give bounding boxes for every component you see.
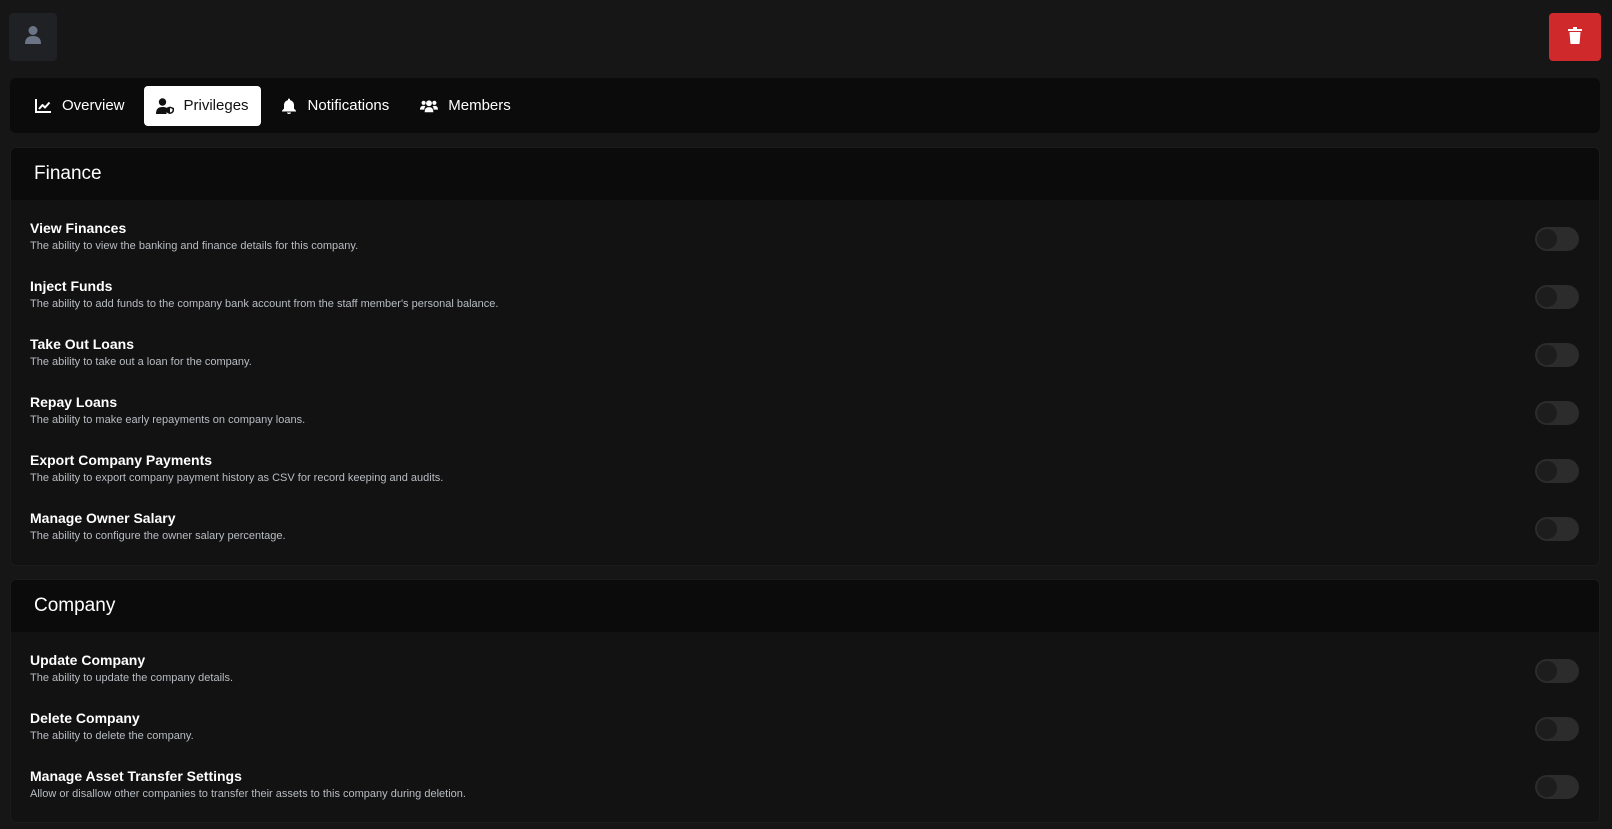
privilege-title: Export Company Payments — [30, 452, 213, 468]
user-icon — [25, 25, 41, 50]
privilege-row: Repay Loans The ability to make early re… — [11, 385, 1599, 443]
company-section: Company Update Company The ability to up… — [10, 579, 1600, 823]
tab-members[interactable]: Members — [408, 86, 523, 126]
privilege-description: The ability to add funds to the company … — [30, 298, 499, 310]
privilege-toggle[interactable] — [1535, 401, 1579, 425]
privilege-title: Manage Asset Transfer Settings — [30, 768, 242, 784]
tab-overview[interactable]: Overview — [22, 86, 137, 126]
trash-icon — [1568, 27, 1582, 47]
toggle-knob — [1537, 661, 1557, 681]
toggle-knob — [1537, 229, 1557, 249]
privilege-row: View Finances The ability to view the ba… — [11, 211, 1599, 269]
users-icon — [420, 97, 439, 115]
privilege-description: The ability to update the company detail… — [30, 672, 234, 684]
privilege-toggle[interactable] — [1535, 659, 1579, 683]
privilege-title: Repay Loans — [30, 394, 118, 410]
tab-label: Privileges — [183, 97, 249, 114]
top-bar — [0, 0, 1612, 76]
section-title: Finance — [11, 148, 1599, 200]
toggle-knob — [1537, 403, 1557, 423]
privilege-row: Manage Owner Salary The ability to confi… — [11, 501, 1599, 559]
privilege-toggle[interactable] — [1535, 775, 1579, 799]
chart-line-icon — [34, 97, 52, 115]
toggle-knob — [1537, 777, 1557, 797]
privilege-description: The ability to configure the owner salar… — [30, 530, 286, 542]
privilege-description: The ability to take out a loan for the c… — [30, 356, 252, 368]
privilege-row: Delete Company The ability to delete the… — [11, 701, 1599, 759]
privilege-title: Update Company — [30, 652, 146, 668]
user-shield-icon — [155, 97, 174, 115]
privilege-row: Inject Funds The ability to add funds to… — [11, 269, 1599, 327]
privilege-toggle[interactable] — [1535, 717, 1579, 741]
privilege-row: Update Company The ability to update the… — [11, 643, 1599, 701]
toggle-knob — [1537, 461, 1557, 481]
toggle-knob — [1537, 287, 1557, 307]
privilege-toggle[interactable] — [1535, 285, 1579, 309]
privilege-row: Take Out Loans The ability to take out a… — [11, 327, 1599, 385]
privilege-title: Manage Owner Salary — [30, 510, 176, 526]
tab-privileges[interactable]: Privileges — [143, 85, 261, 126]
avatar[interactable] — [9, 13, 57, 61]
toggle-knob — [1537, 345, 1557, 365]
tab-bar: Overview Privileges Notifications Member… — [10, 78, 1600, 133]
privilege-description: Allow or disallow other companies to tra… — [30, 788, 466, 800]
section-title: Company — [11, 580, 1599, 632]
privilege-title: Take Out Loans — [30, 336, 134, 352]
tab-label: Members — [448, 97, 511, 114]
tab-notifications[interactable]: Notifications — [268, 86, 402, 126]
privilege-toggle[interactable] — [1535, 459, 1579, 483]
toggle-knob — [1537, 719, 1557, 739]
privilege-description: The ability to delete the company. — [30, 730, 194, 742]
privilege-row: Export Company Payments The ability to e… — [11, 443, 1599, 501]
privilege-toggle[interactable] — [1535, 343, 1579, 367]
tab-label: Overview — [62, 97, 125, 114]
privilege-title: Inject Funds — [30, 278, 113, 294]
bell-icon — [280, 97, 298, 115]
toggle-knob — [1537, 519, 1557, 539]
privilege-toggle[interactable] — [1535, 517, 1579, 541]
tab-label: Notifications — [307, 97, 390, 114]
privilege-description: The ability to view the banking and fina… — [30, 240, 359, 252]
privilege-toggle[interactable] — [1535, 227, 1579, 251]
privilege-title: View Finances — [30, 220, 127, 236]
delete-button[interactable] — [1549, 13, 1601, 61]
privilege-title: Delete Company — [30, 710, 140, 726]
privilege-row: Manage Asset Transfer Settings Allow or … — [11, 759, 1599, 817]
privilege-description: The ability to make early repayments on … — [30, 414, 306, 426]
finance-section: Finance View Finances The ability to vie… — [10, 147, 1600, 566]
privilege-description: The ability to export company payment hi… — [30, 472, 444, 484]
